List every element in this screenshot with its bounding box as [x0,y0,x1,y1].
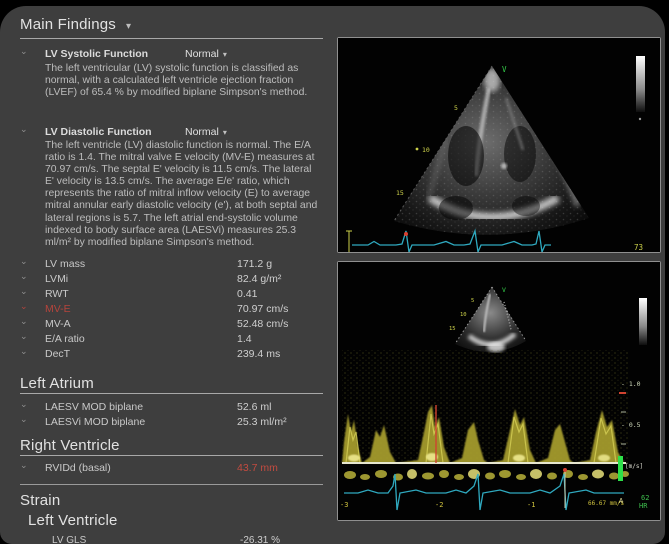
app-screen: Main Findings ▾ ⌄ LV Systolic Function No… [0,0,669,544]
measurement-value: 82.4 g/m² [237,273,281,285]
measurement-row-laesvi[interactable]: ⌄ LAESVi MOD biplane 25.3 ml/m² [0,416,332,430]
heart-rate-label: HR [639,502,648,510]
measurement-value: 1.4 [237,333,252,345]
measurement-row-lv-gls[interactable]: LV GLS -26.31 % [0,535,332,544]
measurement-label: RVIDd (basal) [45,462,111,474]
page-title-text: Main Findings [20,16,116,33]
depth-mark: 5 [471,298,474,304]
report-window: Main Findings ▾ ⌄ LV Systolic Function No… [0,6,665,544]
measurement-label: LV mass [45,258,85,270]
grayscale-bar [639,298,647,345]
depth-mark: 15 [396,189,404,197]
finding-label: LV Systolic Function [45,48,148,60]
doppler-svg: V 5 10 15 [338,262,660,520]
finding-text: The left ventricle (LV) diastolic functi… [45,140,323,249]
orientation-marker: V [502,65,507,74]
depth-mark: 15 [449,326,456,332]
baseline-marker-green [618,456,623,481]
measurement-label: MV-E [45,303,71,315]
depth-mark: 10 [460,312,467,318]
chevron-down-icon[interactable]: ⌄ [20,301,28,312]
heart-rate-value: 62 [641,494,649,502]
measurement-value: 25.3 ml/m² [237,416,287,428]
finding-row-lv-diastolic[interactable]: ⌄ LV Diastolic Function Normal ▾ [0,126,332,140]
ecg-cursor-dot [404,232,408,236]
velocity-unit: [m/s] [625,463,643,470]
status-dropdown[interactable]: Normal ▾ [185,48,227,60]
depth-mark: 5 [454,104,458,112]
measurement-label: LAESV MOD biplane [45,401,143,413]
time-tick: -1 [527,501,535,509]
header-divider [20,38,323,39]
measurement-value: 171.2 g [237,258,272,270]
measurement-row-lv-mass[interactable]: ⌄ LV mass 171.2 g [0,258,332,272]
velocity-tick: - 1.0 [621,380,641,388]
measurement-label: LAESVi MOD biplane [45,416,145,428]
chevron-down-icon[interactable]: ⌄ [20,286,28,297]
measurement-label: MV-A [45,318,71,330]
measurement-value: 0.41 [237,288,257,300]
doppler-spectral-image[interactable]: V 5 10 15 [337,261,661,521]
section-heading-strain: Strain [20,492,60,509]
chevron-down-icon[interactable]: ⌄ [20,460,28,471]
measurement-value: 43.7 mm [237,462,278,474]
measurement-value: 52.6 ml [237,401,271,413]
chevron-down-icon: ▾ [223,128,227,137]
findings-panel: Main Findings ▾ ⌄ LV Systolic Function No… [0,6,332,544]
measurement-label: RWT [45,288,69,300]
measurement-row-dect[interactable]: ⌄ DecT 239.4 ms [0,348,332,362]
measurement-label: LVMi [45,273,68,285]
section-divider [20,393,323,394]
measurement-label: DecT [45,348,70,360]
orientation-marker: V [502,286,506,294]
grayscale-bar [636,56,645,120]
velocity-tick: - 0.5 [621,421,641,429]
chevron-down-icon: ▾ [223,50,227,59]
status-value: Normal [185,126,219,138]
chevron-down-icon[interactable]: ⌄ [20,46,28,57]
measurement-row-mv-a[interactable]: ⌄ MV-A 52.48 cm/s [0,318,332,332]
measurement-label: LV GLS [52,535,86,544]
measurement-row-rwt[interactable]: ⌄ RWT 0.41 [0,288,332,302]
measurement-value: -26.31 % [240,535,280,544]
measurement-row-lvmi[interactable]: ⌄ LVMi 82.4 g/m² [0,273,332,287]
echo-bmode-svg: V 5 10 15 73 [338,38,660,252]
measurement-row-laesv[interactable]: ⌄ LAESV MOD biplane 52.6 ml [0,401,332,415]
chevron-down-icon[interactable]: ▾ [126,21,131,32]
page-title: Main Findings ▾ [20,16,131,33]
spectral-trace [342,350,628,463]
measurement-label: E/A ratio [45,333,85,345]
chevron-down-icon[interactable]: ⌄ [20,124,28,135]
chevron-down-icon[interactable]: ⌄ [20,399,28,410]
time-tick: -3 [340,501,348,509]
subsection-heading-left-ventricle: Left Ventricle [28,512,118,529]
chevron-down-icon[interactable]: ⌄ [20,271,28,282]
measurement-row-ea-ratio[interactable]: ⌄ E/A ratio 1.4 [0,333,332,347]
section-divider [20,484,323,485]
measurement-value: 70.97 cm/s [237,303,288,315]
measurement-row-mv-e[interactable]: ⌄ MV-E 70.97 cm/s [0,303,332,317]
measurement-value: 239.4 ms [237,348,280,360]
section-heading-left-atrium: Left Atrium [20,375,94,392]
chevron-down-icon[interactable]: ⌄ [20,346,28,357]
chevron-down-icon[interactable]: ⌄ [20,331,28,342]
chevron-down-icon[interactable]: ⌄ [20,256,28,267]
measurement-value: 52.48 cm/s [237,318,288,330]
status-value: Normal [185,48,219,60]
finding-label: LV Diastolic Function [45,126,152,138]
echo-bmode-image[interactable]: V 5 10 15 73 [337,37,661,253]
finding-row-lv-systolic[interactable]: ⌄ LV Systolic Function Normal ▾ [0,48,332,62]
finding-text: The left ventricular (LV) systolic funct… [45,63,323,99]
time-tick: -2 [435,501,443,509]
ecg-cursor-dot [563,468,567,472]
chevron-down-icon[interactable]: ⌄ [20,414,28,425]
chevron-down-icon[interactable]: ⌄ [20,316,28,327]
heart-rate-value: 73 [634,243,643,252]
section-heading-right-ventricle: Right Ventricle [20,437,120,454]
depth-mark: 10 [422,146,430,154]
status-dropdown[interactable]: Normal ▾ [185,126,227,138]
measurement-row-rvidd[interactable]: ⌄ RVIDd (basal) 43.7 mm [0,462,332,476]
velocity-marker-red [619,392,626,394]
section-divider [20,455,323,456]
